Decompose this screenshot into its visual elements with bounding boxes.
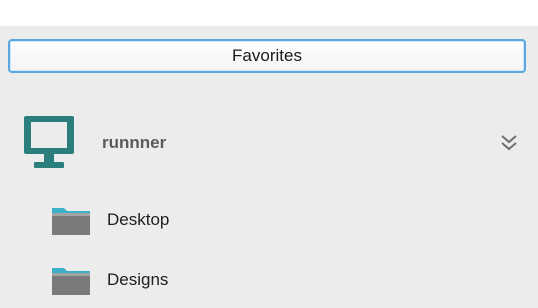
device-name: runnner [102, 133, 167, 152]
folder-item-designs[interactable]: Designs [0, 260, 538, 300]
folder-icon [52, 208, 90, 235]
folder-label-desktop: Desktop [107, 210, 170, 229]
double-chevron-down-icon[interactable] [498, 132, 520, 154]
top-strip [0, 0, 538, 26]
computer-monitor-icon [24, 116, 74, 168]
folder-label-designs: Designs [107, 270, 169, 289]
favorites-label: Favorites [232, 46, 302, 65]
device-row-runnner[interactable]: runnner [0, 112, 538, 178]
favorites-button[interactable]: Favorites [8, 39, 526, 73]
folder-item-desktop[interactable]: Desktop [0, 200, 538, 240]
sidebar-panel: Favorites runnner Desktop Designs [0, 26, 538, 308]
folder-icon [52, 268, 90, 295]
